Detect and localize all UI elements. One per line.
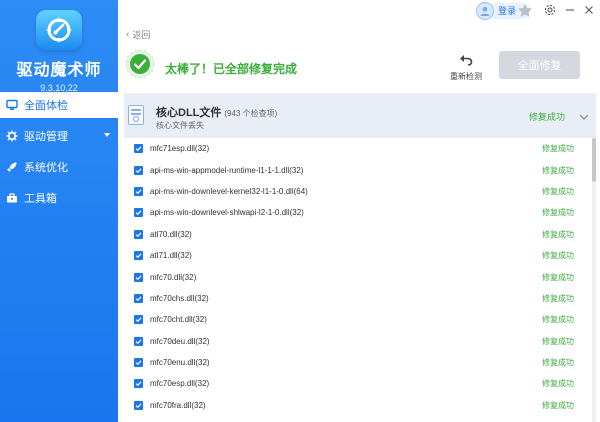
scrollbar-thumb[interactable] [592,138,596,182]
checkbox[interactable] [134,251,143,261]
repair-status: 修复成功 [542,358,574,368]
app-name: 驱动魔术师 [16,62,102,79]
sidebar: 驱动魔术师 9.3.10.22 全面体检 驱动管理 系统优化 工具箱 [0,0,118,422]
file-name: mfc70deu.dll(32) [150,336,210,346]
category-status: 修复成功 [529,112,566,122]
redetect-button[interactable]: 重新检测 [446,54,486,82]
file-name: mfc70fra.dll(32) [150,400,206,410]
checkbox[interactable] [134,293,143,303]
repair-status: 修复成功 [542,293,574,303]
file-list: mfc71esp.dll(32) 修复成功 api-ms-win-appmodel-… [124,138,590,416]
checkbox[interactable] [134,186,143,196]
repair-status: 修复成功 [542,336,574,346]
back-link[interactable]: ‹ 返回 [126,28,150,41]
checkbox[interactable] [134,165,143,175]
repair-all-button[interactable]: 全面修复 [499,51,580,79]
sidebar-item-toolbox[interactable]: 工具箱 [0,183,118,213]
list-item[interactable]: api-ms-win-downlevel-kernel32-l1-1-0.dll… [124,181,590,202]
sidebar-item-system-optimize[interactable]: 系统优化 [0,152,118,182]
repair-status: 修复成功 [542,165,574,175]
file-name: mfc70chs.dll(32) [150,293,209,303]
list-item[interactable]: mfc70.dll(32) 修复成功 [124,266,590,287]
sidebar-item-driver-management[interactable]: 驱动管理 [0,121,118,151]
repair-status: 修复成功 [542,400,574,410]
checkbox[interactable] [134,400,143,410]
success-shield-icon [122,46,158,85]
monitor-icon [6,99,18,111]
chevron-left-icon: ‹ [126,29,130,40]
file-name: atl70.dll(32) [150,229,192,239]
toolbox-icon [6,192,18,204]
chevron-down-icon [104,133,110,137]
success-title: 太棒了！已全部修复完成 [165,62,298,76]
avatar [476,2,494,20]
file-name: api-ms-win-downlevel-shlwapi-l2-1-0.dll(… [150,208,304,218]
repair-status: 修复成功 [542,379,574,389]
file-name: mfc70esp.dll(32) [150,379,210,389]
file-name: api-ms-win-downlevel-kernel32-l1-1-0.dll… [150,186,308,196]
checkbox[interactable] [134,315,143,325]
undo-icon [446,54,486,68]
sidebar-item-label: 系统优化 [24,162,68,174]
list-item[interactable]: mfc70deu.dll(32) 修复成功 [124,331,590,352]
chevron-down-icon[interactable] [579,110,589,124]
checkbox[interactable] [134,336,143,346]
list-item[interactable]: mfc70esp.dll(32) 修复成功 [124,373,590,394]
repair-status: 修复成功 [542,251,574,261]
list-item[interactable]: mfc70cht.dll(32) 修复成功 [124,309,590,330]
gear-icon [6,130,18,142]
checkbox[interactable] [134,229,143,239]
list-item[interactable]: atl70.dll(32) 修复成功 [124,224,590,245]
category-title: 核心DLL文件 (943 个检查项) [156,104,277,120]
list-item[interactable]: mfc70enu.dll(32) 修复成功 [124,352,590,373]
file-name: mfc70.dll(32) [150,272,197,282]
file-name: api-ms-win-appmodel-runtime-l1-1-1.dll(3… [150,165,304,175]
rocket-icon [6,161,18,173]
vip-badge-icon[interactable] [516,3,534,22]
minimize-icon[interactable] [563,3,577,17]
category-count: (943 个检查项) [224,109,278,118]
repair-status: 修复成功 [542,144,574,154]
checkbox[interactable] [134,144,143,154]
checkbox[interactable] [134,208,143,218]
list-item[interactable]: mfc70fra.dll(32) 修复成功 [124,395,590,416]
file-name: atl71.dll(32) [150,251,192,261]
app-logo: 驱动魔术师 9.3.10.22 [0,10,118,93]
file-name: mfc71esp.dll(32) [150,144,210,154]
sidebar-nav: 全面体检 驱动管理 系统优化 工具箱 [0,92,118,214]
repair-status: 修复成功 [542,272,574,282]
checkbox[interactable] [134,272,143,282]
sidebar-item-label: 工具箱 [24,193,57,205]
category-header[interactable]: 核心DLL文件 (943 个检查项) 核心文件丢失 修复成功 [124,93,596,138]
app-logo-icon [36,10,82,50]
close-icon[interactable] [582,3,596,17]
file-name: mfc70cht.dll(32) [150,315,207,325]
back-label: 返回 [132,30,151,40]
sidebar-item-full-checkup[interactable]: 全面体检 [0,92,118,118]
scrollbar[interactable] [592,138,596,422]
list-item[interactable]: api-ms-win-downlevel-shlwapi-l2-1-0.dll(… [124,202,590,223]
settings-icon[interactable] [543,3,557,17]
dll-file-icon [128,105,144,125]
repair-status: 修复成功 [542,208,574,218]
sidebar-item-label: 全面体检 [24,100,68,112]
repair-status: 修复成功 [542,315,574,325]
category-title-text: 核心DLL文件 [156,107,222,119]
file-name: mfc70enu.dll(32) [150,358,210,368]
sidebar-item-label: 驱动管理 [24,131,68,143]
checkbox[interactable] [134,358,143,368]
repair-status: 修复成功 [542,186,574,196]
redetect-label: 重新检测 [450,72,482,81]
list-item[interactable]: mfc70chs.dll(32) 修复成功 [124,288,590,309]
repair-status: 修复成功 [542,229,574,239]
list-item[interactable]: mfc71esp.dll(32) 修复成功 [124,138,590,159]
list-item[interactable]: api-ms-win-appmodel-runtime-l1-1-1.dll(3… [124,159,590,180]
checkbox[interactable] [134,379,143,389]
list-item[interactable]: atl71.dll(32) 修复成功 [124,245,590,266]
category-subtitle: 核心文件丢失 [156,121,204,130]
